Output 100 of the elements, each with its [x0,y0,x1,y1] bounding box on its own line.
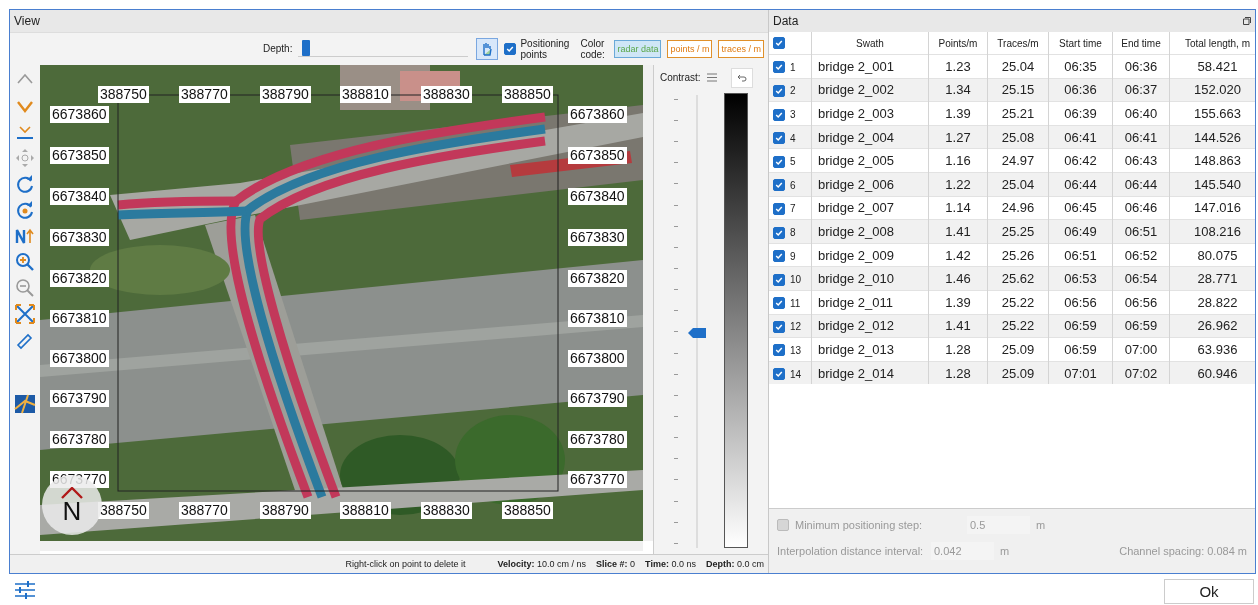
select-all-checkbox[interactable] [773,37,785,50]
pan-hand-button[interactable] [476,37,499,60]
row-checkbox[interactable] [773,320,785,333]
table-cell: 25.62 [987,266,1049,291]
row-checkbox[interactable] [773,273,785,286]
row-number: 10 [790,274,802,286]
table-cell: 152.020 [1169,78,1255,102]
slider-thumb[interactable] [688,328,706,339]
row-checkbox[interactable] [773,226,785,239]
contrast-label: Contrast: [660,72,701,84]
row-number: 7 [790,203,796,215]
positioning-label: Positioning points [520,37,571,60]
table-cell: 25.09 [987,361,1049,385]
table-cell: 06:37 [1112,78,1170,102]
row-checkbox[interactable] [773,155,785,168]
time-status: Time: 0.0 ns [645,559,696,570]
table-cell: bridge 2_006 [811,172,929,197]
row-number: 1 [790,61,796,73]
row-checkbox[interactable] [773,250,785,263]
table-cell: 1.41 [928,314,988,338]
panel-title: View [10,10,768,33]
row-number: 6 [790,179,796,191]
table-cell: 1.46 [928,266,988,291]
column-header[interactable]: Start time [1048,32,1113,55]
table-cell: 25.08 [987,125,1049,149]
slider-thumb[interactable] [301,40,310,57]
table-cell: 07:01 [1048,361,1113,385]
table-cell: bridge 2_004 [811,125,929,149]
map-layer-icon[interactable] [14,392,36,415]
table-cell: 26.962 [1169,314,1255,338]
unit-label: m [1036,519,1046,531]
vertical-scrollbar[interactable] [643,64,653,541]
depth-slider[interactable] [298,40,469,58]
row-checkbox[interactable] [773,297,785,310]
menu-icon[interactable] [706,73,717,83]
column-header[interactable]: End time [1112,32,1170,55]
table-cell: bridge 2_012 [811,314,929,338]
depth-label: Depth: [262,43,293,55]
column-header[interactable]: Swath [811,32,929,55]
table-cell: 06:51 [1112,219,1170,244]
fit-extent-icon[interactable] [14,302,36,325]
table-cell: 1.34 [928,78,988,102]
table-cell: 06:41 [1048,125,1113,149]
table-cell: 25.04 [987,172,1049,197]
row-number: 11 [790,297,801,309]
row-number: 5 [790,156,796,168]
row-number: 8 [790,227,796,238]
table-cell: 06:53 [1048,266,1113,291]
table-cell: 07:02 [1112,361,1170,385]
row-checkbox[interactable] [773,344,785,357]
row-checkbox[interactable] [773,202,785,215]
slice-status: Slice #: 0 [596,559,636,570]
table-cell: 1.22 [928,172,988,197]
table-cell: bridge 2_010 [811,266,929,291]
column-header[interactable]: Traces/m [987,32,1049,55]
status-hint: Right-click on point to delete it [345,559,466,570]
row-checkbox[interactable] [773,61,785,74]
row-number: 14 [790,368,802,380]
table-cell: 145.540 [1169,172,1255,197]
row-number: 4 [790,132,796,144]
unit-label: m [1000,545,1010,557]
table-cell: 1.27 [928,125,988,149]
ok-button[interactable]: Ok [1164,579,1254,604]
table-cell: 06:59 [1112,314,1170,338]
row-number: 9 [790,250,796,262]
table-cell: 06:44 [1112,172,1170,197]
velocity-status: Velocity: 10.0 cm / ns [497,559,587,570]
table-cell: 1.41 [928,219,988,244]
row-checkbox[interactable] [773,368,785,381]
row-number: 13 [790,345,802,356]
row-checkbox[interactable] [773,108,785,121]
table-cell: 25.25 [987,219,1049,244]
row-checkbox[interactable] [773,132,785,145]
table-cell: 28.771 [1169,266,1255,291]
positioning-checkbox[interactable] [504,42,517,55]
row-checkbox[interactable] [773,179,785,192]
panel-title: Data [773,14,799,28]
table-cell: 06:44 [1048,172,1113,197]
table-cell: 25.22 [987,314,1049,338]
table-cell: bridge 2_002 [811,78,929,102]
table-cell: 108.216 [1169,219,1255,244]
table-cell: 06:36 [1048,78,1113,102]
zoom-out-icon[interactable] [14,276,36,299]
min-step-label: Minimum positioning step: [795,519,924,531]
table-cell: bridge 2_014 [811,361,929,385]
table-cell: 144.526 [1169,125,1255,149]
row-number: 2 [790,85,796,97]
settings-sliders-icon[interactable] [14,580,36,599]
zoom-in-icon[interactable] [14,250,36,273]
table-cell: 06:54 [1112,266,1170,291]
row-number: 3 [790,109,796,121]
table-cell: bridge 2_008 [811,219,929,244]
column-header[interactable]: Points/m [928,32,988,55]
interpolation-label: Interpolation distance interval: [777,545,925,557]
color-code-label: Color code: [580,37,606,60]
horizontal-scrollbar[interactable] [40,540,643,551]
column-header[interactable]: Total length, m [1169,32,1255,55]
restore-icon[interactable] [1243,17,1251,25]
row-checkbox[interactable] [773,84,785,97]
table-cell: 25.15 [987,78,1049,102]
